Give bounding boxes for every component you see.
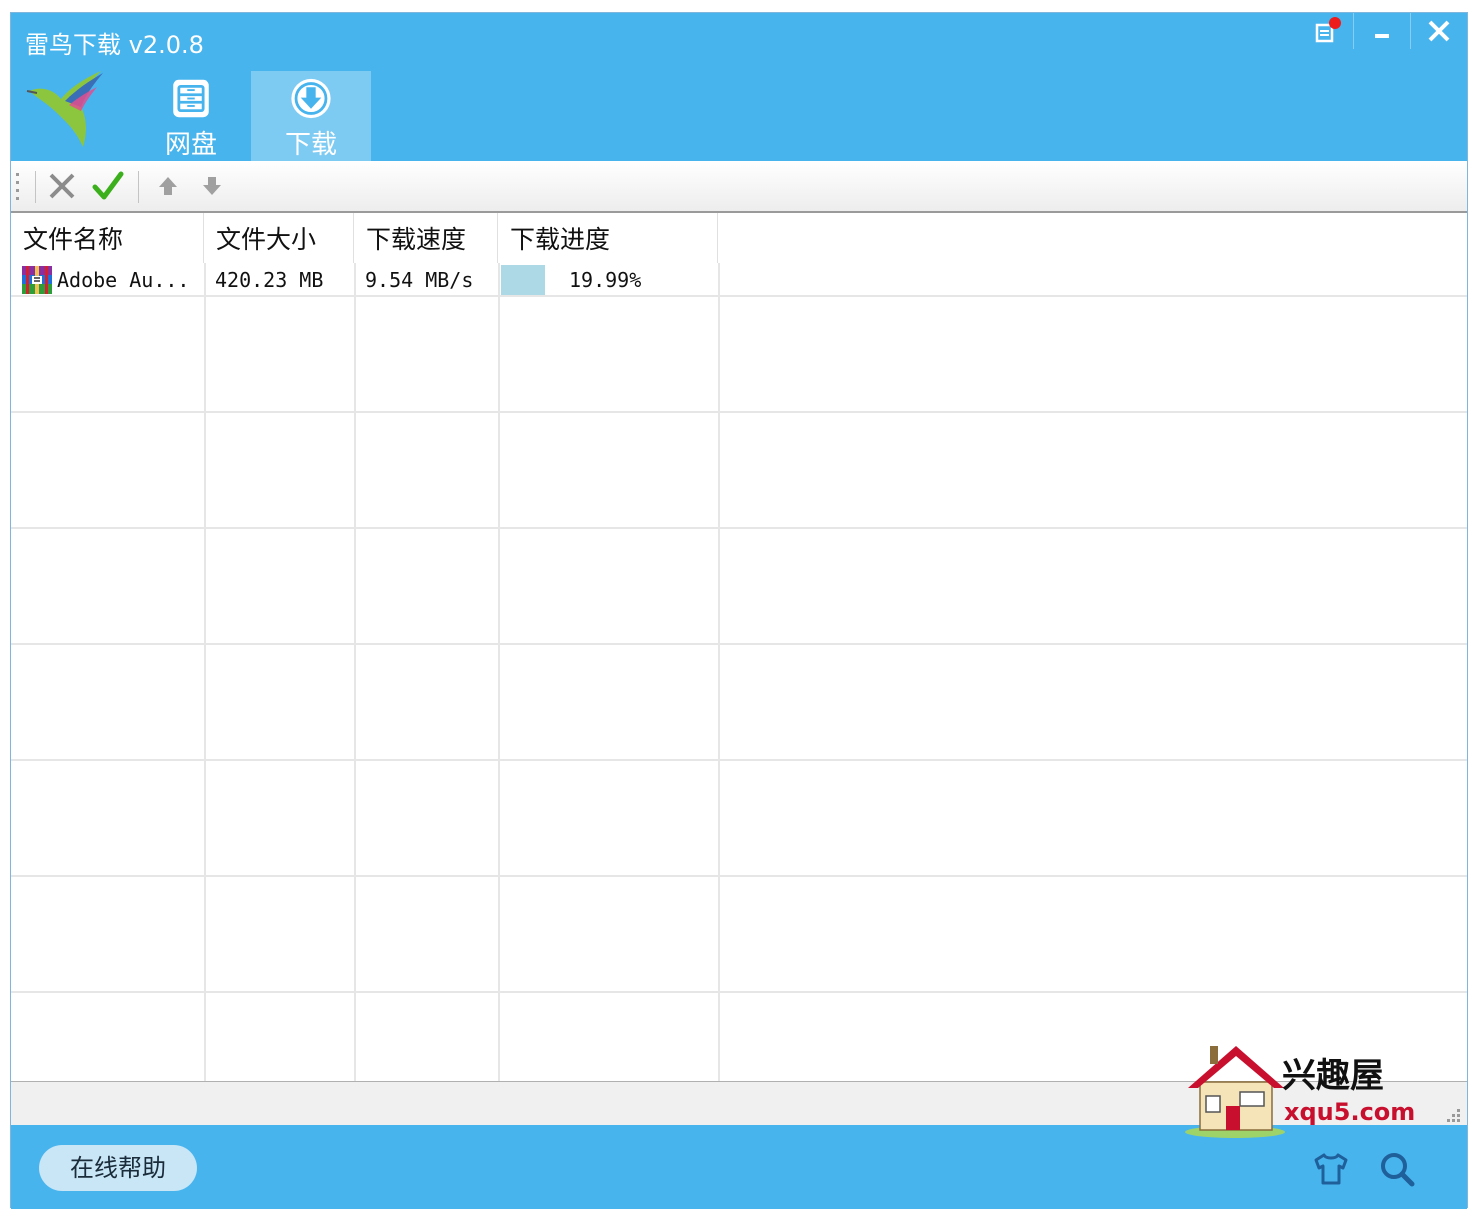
close-icon: [1428, 20, 1450, 42]
move-up-button[interactable]: [155, 173, 181, 199]
column-header-speed[interactable]: 下载速度: [354, 213, 498, 263]
watermark-title: 兴趣屋: [1282, 1056, 1384, 1096]
column-header-name[interactable]: 文件名称: [11, 213, 204, 263]
confirm-button[interactable]: [91, 169, 125, 203]
header: 雷鸟下载 v2.0.8 网盘 下载: [11, 13, 1467, 161]
tab-cloud-drive[interactable]: 网盘: [131, 71, 251, 161]
move-up-icon: [159, 177, 177, 195]
tab-label: 网盘: [164, 130, 217, 160]
column-header-size[interactable]: 文件大小: [204, 213, 354, 263]
tab-download[interactable]: 下载: [251, 71, 371, 161]
move-down-button[interactable]: [199, 173, 225, 199]
resize-grip-icon[interactable]: [1443, 1105, 1463, 1125]
toolbar-divider: [35, 171, 36, 203]
notification-badge: [1329, 17, 1341, 29]
move-down-icon: [203, 177, 221, 195]
online-help-button[interactable]: 在线帮助: [39, 1145, 197, 1191]
watermark-url: xqu5.com: [1284, 1098, 1416, 1126]
minimize-button[interactable]: [1353, 13, 1410, 49]
hummingbird-logo: [26, 71, 103, 147]
skin-notification-button[interactable]: [1297, 13, 1353, 49]
minimize-icon: [1375, 34, 1389, 38]
file-name: Adobe Au...: [57, 268, 190, 292]
toolbar-grip-icon: [16, 173, 19, 200]
download-list: 文件名称 文件大小 下载速度 下载进度 Adobe Au... 420.23 M…: [11, 213, 1467, 1081]
download-speed: 9.54 MB/s: [365, 268, 474, 292]
skin-icon[interactable]: [1311, 1149, 1351, 1189]
watermark: 兴趣屋 xqu5.com: [1170, 1040, 1430, 1140]
window-title: 雷鸟下载 v2.0.8: [25, 31, 204, 59]
window-controls: [1297, 13, 1467, 49]
progress-text: 19.99%: [569, 268, 642, 292]
file-size: 420.23 MB: [215, 268, 324, 292]
close-button[interactable]: [1410, 13, 1467, 49]
delete-button[interactable]: [45, 169, 79, 203]
table-header: 文件名称 文件大小 下载速度 下载进度: [11, 213, 1467, 263]
app-window: 雷鸟下载 v2.0.8 网盘 下载 文件名称 文件大小 下载速度 下载进度 Ad…: [10, 12, 1468, 1209]
house-logo-icon: [1185, 1046, 1285, 1138]
download-icon: [291, 78, 331, 119]
toolbar-divider: [138, 171, 139, 203]
winrar-archive-icon: [22, 266, 52, 294]
column-header-progress[interactable]: 下载进度: [498, 213, 718, 263]
cloud-drive-icon: [173, 79, 209, 118]
delete-icon: [49, 173, 75, 199]
tab-label: 下载: [284, 130, 337, 160]
progress-bar-fill: [501, 265, 545, 295]
confirm-icon: [92, 171, 124, 200]
table-row[interactable]: Adobe Au... 420.23 MB 9.54 MB/s 19.99%: [11, 263, 1467, 297]
search-icon[interactable]: [1377, 1149, 1417, 1189]
toolbar: [11, 161, 1467, 213]
